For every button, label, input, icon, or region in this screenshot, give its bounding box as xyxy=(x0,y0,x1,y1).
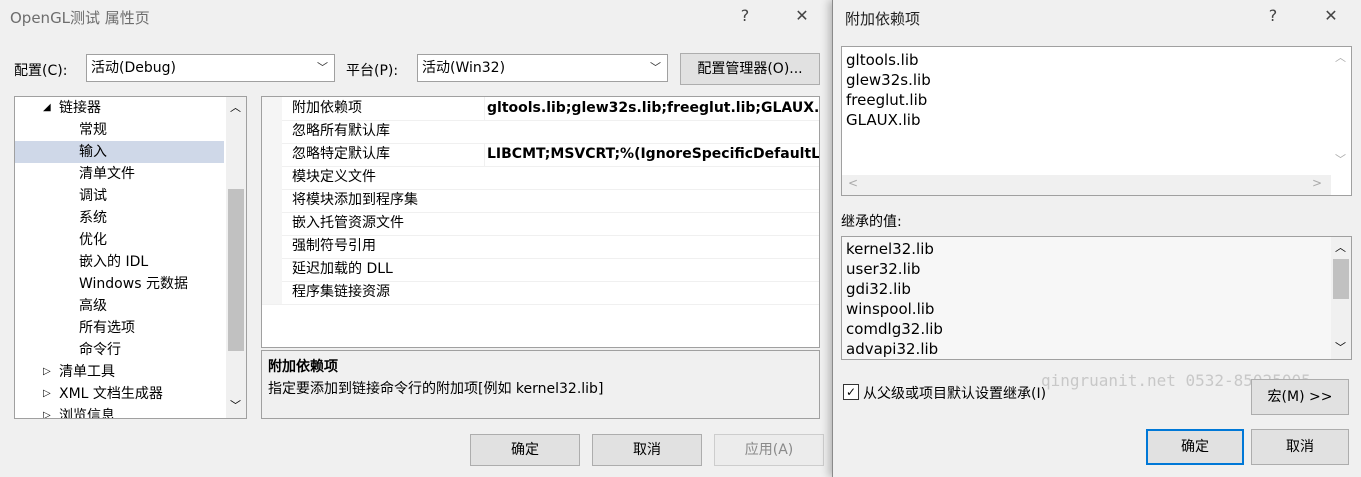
edit-vscrollbar[interactable]: ︿ ﹀ xyxy=(1331,47,1351,175)
apply-button[interactable]: 应用(A) xyxy=(714,434,824,466)
inherited-line: advapi32.lib xyxy=(846,340,939,358)
tree-expand-linker[interactable]: ◢ xyxy=(43,97,51,119)
inherit-checkbox-label[interactable]: 从父级或项目默认设置继承(I) xyxy=(863,383,1046,403)
edit-line: freeglut.lib xyxy=(846,91,928,109)
dependencies-edit-box[interactable]: gltools.lib glew32s.lib freeglut.lib GLA… xyxy=(841,46,1352,196)
scroll-up-icon[interactable]: ︿ xyxy=(1335,49,1346,65)
inherited-line: user32.lib xyxy=(846,260,921,278)
config-manager-button[interactable]: 配置管理器(O)... xyxy=(680,53,820,85)
tree-item-debugging[interactable]: 调试 xyxy=(79,185,107,207)
close-button[interactable]: ✕ xyxy=(790,6,814,25)
dialog-title: OpenGL测试 属性页 xyxy=(10,9,150,27)
inherited-scrollbar[interactable]: ︿ ﹀ xyxy=(1331,237,1351,359)
property-row-add-module-to-assembly[interactable]: 将模块添加到程序集 xyxy=(262,189,819,213)
scroll-up-icon[interactable]: ︿ xyxy=(230,99,241,115)
tree-item-system[interactable]: 系统 xyxy=(79,207,107,229)
description-text: 指定要添加到链接命令行的附加项[例如 kernel32.lib] xyxy=(268,381,604,397)
tree-item-input[interactable]: 输入 xyxy=(15,141,224,163)
tree-expand-browse-info[interactable]: ▷ xyxy=(43,405,51,418)
scroll-left-icon[interactable]: < xyxy=(848,176,858,190)
platform-dropdown[interactable]: 活动(Win32) ﹀ xyxy=(417,54,668,82)
settings-tree: ◢ 链接器 常规 输入 清单文件 调试 系统 优化 嵌入的 IDL Window… xyxy=(14,96,247,419)
property-row-embed-managed-resource[interactable]: 嵌入托管资源文件 xyxy=(262,212,819,236)
tree-item-advanced[interactable]: 高级 xyxy=(79,295,107,317)
tree-scrollbar[interactable]: ︿ ﹀ xyxy=(226,97,246,418)
cancel-button[interactable]: 取消 xyxy=(592,434,702,466)
config-value: 活动(Debug) xyxy=(91,60,176,76)
inherited-line: comdlg32.lib xyxy=(846,320,943,338)
edit-hscrollbar[interactable]: < > xyxy=(842,175,1331,195)
tree-item-linker[interactable]: 链接器 xyxy=(59,97,101,119)
inherit-checkbox[interactable]: ✓ xyxy=(843,384,859,400)
chevron-down-icon: ﹀ xyxy=(650,61,661,74)
edit-line: gltools.lib xyxy=(846,51,919,69)
property-row-ignore-all-default-libs[interactable]: 忽略所有默认库 xyxy=(262,120,819,144)
description-panel: 附加依赖项 指定要添加到链接命令行的附加项[例如 kernel32.lib] xyxy=(261,350,820,419)
edit-line: GLAUX.lib xyxy=(846,111,921,129)
tree-item-optimization[interactable]: 优化 xyxy=(79,229,107,251)
tree-item-command-line[interactable]: 命令行 xyxy=(79,339,121,361)
additional-dependencies-dialog: 附加依赖项 ? ✕ gltools.lib glew32s.lib freegl… xyxy=(832,0,1361,477)
inherited-line: gdi32.lib xyxy=(846,280,911,298)
tree-item-manifest-file[interactable]: 清单文件 xyxy=(79,163,135,185)
tree-item-general[interactable]: 常规 xyxy=(79,119,107,141)
help-button[interactable]: ? xyxy=(1263,6,1283,25)
inherited-values-label: 继承的值: xyxy=(841,214,902,230)
edit-line: glew32s.lib xyxy=(846,71,931,89)
property-row-module-definition-file[interactable]: 模块定义文件 xyxy=(262,166,819,190)
platform-label: 平台(P): xyxy=(346,63,399,79)
property-grid: 附加依赖项 gltools.lib;glew32s.lib;freeglut.l… xyxy=(261,96,820,348)
tree-item-browse-info[interactable]: 浏览信息 xyxy=(59,405,115,418)
config-dropdown[interactable]: 活动(Debug) ﹀ xyxy=(86,54,335,82)
macros-button[interactable]: 宏(M) >> xyxy=(1251,379,1349,415)
dialog-title: 附加依赖项 xyxy=(845,10,921,28)
property-row-additional-dependencies[interactable]: 附加依赖项 gltools.lib;glew32s.lib;freeglut.l… xyxy=(262,97,819,121)
tree-item-all-options[interactable]: 所有选项 xyxy=(79,317,135,339)
close-icon: ✕ xyxy=(1324,6,1338,25)
checkmark-icon: ✓ xyxy=(845,385,857,399)
cancel-button[interactable]: 取消 xyxy=(1251,429,1349,465)
scroll-up-icon[interactable]: ︿ xyxy=(1335,239,1346,255)
tree-item-manifest-tool[interactable]: 清单工具 xyxy=(59,361,115,383)
close-icon: ✕ xyxy=(795,6,809,25)
chevron-down-icon: ﹀ xyxy=(317,61,328,74)
property-row-force-symbol-references[interactable]: 强制符号引用 xyxy=(262,235,819,259)
scroll-down-icon[interactable]: ﹀ xyxy=(1335,151,1346,167)
tree-expand-xml-doc[interactable]: ▷ xyxy=(43,383,51,405)
property-row-ignore-specific-default-libs[interactable]: 忽略特定默认库 LIBCMT;MSVCRT;%(IgnoreSpecificDe… xyxy=(262,143,819,167)
tree-expand-manifest-tool[interactable]: ▷ xyxy=(43,361,51,383)
config-label: 配置(C): xyxy=(14,63,68,79)
scroll-down-icon[interactable]: ﹀ xyxy=(1335,339,1346,355)
tree-item-xml-doc-generator[interactable]: XML 文档生成器 xyxy=(59,383,163,405)
close-button[interactable]: ✕ xyxy=(1319,6,1343,25)
property-pages-dialog: OpenGL测试 属性页 ? ✕ 配置(C): 活动(Debug) ﹀ 平台(P… xyxy=(0,0,832,477)
inherited-line: kernel32.lib xyxy=(846,240,934,258)
property-row-delay-loaded-dlls[interactable]: 延迟加载的 DLL xyxy=(262,258,819,282)
description-title: 附加依赖项 xyxy=(268,359,338,375)
help-button[interactable]: ? xyxy=(735,6,755,25)
scroll-down-icon[interactable]: ﹀ xyxy=(230,397,241,413)
scroll-right-icon[interactable]: > xyxy=(1312,176,1322,190)
tree-item-windows-metadata[interactable]: Windows 元数据 xyxy=(79,273,188,295)
inherited-values-list: kernel32.lib user32.lib gdi32.lib winspo… xyxy=(841,236,1352,360)
inherited-line: winspool.lib xyxy=(846,300,935,318)
platform-value: 活动(Win32) xyxy=(422,60,506,76)
ok-button[interactable]: 确定 xyxy=(470,434,580,466)
tree-scroll-thumb[interactable] xyxy=(228,189,244,351)
tree-item-embedded-idl[interactable]: 嵌入的 IDL xyxy=(79,251,148,273)
ok-button[interactable]: 确定 xyxy=(1146,429,1244,465)
property-row-assembly-link-resource[interactable]: 程序集链接资源 xyxy=(262,281,819,305)
inherited-scroll-thumb[interactable] xyxy=(1333,259,1349,299)
